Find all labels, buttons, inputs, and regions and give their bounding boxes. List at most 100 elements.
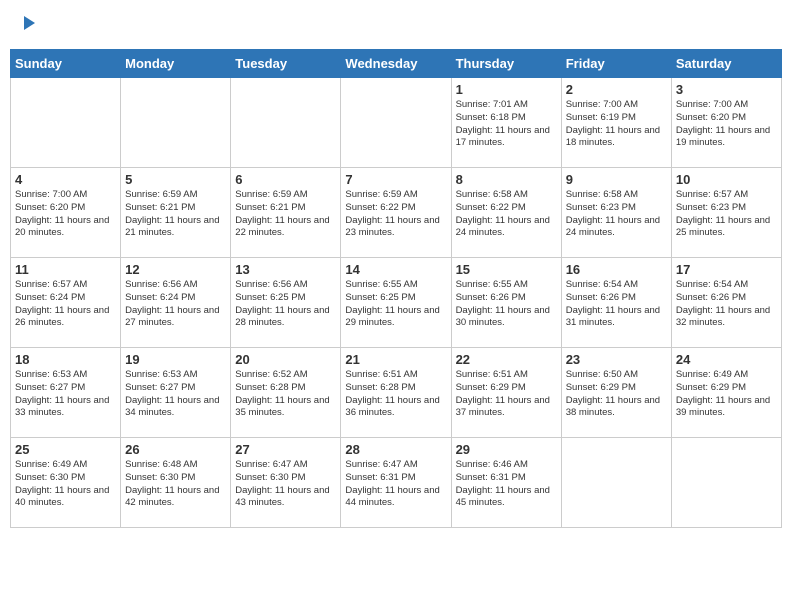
calendar-cell [671, 438, 781, 528]
weekday-header-row: SundayMondayTuesdayWednesdayThursdayFrid… [11, 50, 782, 78]
calendar-cell: 28 Sunrise: 6:47 AMSunset: 6:31 PMDayligh… [341, 438, 451, 528]
day-info: Sunrise: 6:48 AMSunset: 6:30 PMDaylight:… [125, 459, 226, 510]
calendar-week-3: 11 Sunrise: 6:57 AMSunset: 6:24 PMDayligh… [11, 258, 782, 348]
day-info: Sunrise: 7:00 AMSunset: 6:20 PMDaylight:… [676, 99, 777, 150]
weekday-header-friday: Friday [561, 50, 671, 78]
day-info: Sunrise: 6:57 AMSunset: 6:23 PMDaylight:… [676, 189, 777, 240]
day-info: Sunrise: 6:58 AMSunset: 6:22 PMDaylight:… [456, 189, 557, 240]
day-number: 4 [15, 172, 116, 187]
day-number: 16 [566, 262, 667, 277]
calendar-cell: 9 Sunrise: 6:58 AMSunset: 6:23 PMDaylight… [561, 168, 671, 258]
day-number: 10 [676, 172, 777, 187]
day-number: 28 [345, 442, 446, 457]
day-number: 17 [676, 262, 777, 277]
day-info: Sunrise: 6:53 AMSunset: 6:27 PMDaylight:… [15, 369, 116, 420]
day-number: 2 [566, 82, 667, 97]
day-info: Sunrise: 6:47 AMSunset: 6:31 PMDaylight:… [345, 459, 446, 510]
calendar-week-4: 18 Sunrise: 6:53 AMSunset: 6:27 PMDayligh… [11, 348, 782, 438]
day-number: 6 [235, 172, 336, 187]
day-info: Sunrise: 6:49 AMSunset: 6:29 PMDaylight:… [676, 369, 777, 420]
calendar-week-5: 25 Sunrise: 6:49 AMSunset: 6:30 PMDayligh… [11, 438, 782, 528]
day-info: Sunrise: 6:51 AMSunset: 6:29 PMDaylight:… [456, 369, 557, 420]
day-number: 29 [456, 442, 557, 457]
day-info: Sunrise: 6:50 AMSunset: 6:29 PMDaylight:… [566, 369, 667, 420]
calendar-cell [561, 438, 671, 528]
day-info: Sunrise: 6:52 AMSunset: 6:28 PMDaylight:… [235, 369, 336, 420]
calendar-cell: 5 Sunrise: 6:59 AMSunset: 6:21 PMDaylight… [121, 168, 231, 258]
calendar-cell: 7 Sunrise: 6:59 AMSunset: 6:22 PMDaylight… [341, 168, 451, 258]
calendar-cell [11, 78, 121, 168]
calendar-body: 1Sunrise: 7:01 AMSunset: 6:18 PMDaylight… [11, 78, 782, 528]
day-number: 25 [15, 442, 116, 457]
calendar-cell: 14 Sunrise: 6:55 AMSunset: 6:25 PMDayligh… [341, 258, 451, 348]
calendar-cell: 17 Sunrise: 6:54 AMSunset: 6:26 PMDayligh… [671, 258, 781, 348]
calendar-week-2: 4 Sunrise: 7:00 AMSunset: 6:20 PMDaylight… [11, 168, 782, 258]
calendar-cell: 13Sunrise: 6:56 AMSunset: 6:25 PMDayligh… [231, 258, 341, 348]
calendar-cell: 23 Sunrise: 6:50 AMSunset: 6:29 PMDayligh… [561, 348, 671, 438]
day-number: 7 [345, 172, 446, 187]
weekday-header-monday: Monday [121, 50, 231, 78]
day-info: Sunrise: 7:00 AMSunset: 6:20 PMDaylight:… [15, 189, 116, 240]
day-info: Sunrise: 6:59 AMSunset: 6:21 PMDaylight:… [125, 189, 226, 240]
day-info: Sunrise: 6:54 AMSunset: 6:26 PMDaylight:… [676, 279, 777, 330]
calendar-cell: 11 Sunrise: 6:57 AMSunset: 6:24 PMDayligh… [11, 258, 121, 348]
calendar-cell [231, 78, 341, 168]
calendar-cell: 12Sunrise: 6:56 AMSunset: 6:24 PMDayligh… [121, 258, 231, 348]
day-number: 3 [676, 82, 777, 97]
calendar-cell: 2 Sunrise: 7:00 AMSunset: 6:19 PMDaylight… [561, 78, 671, 168]
day-number: 27 [235, 442, 336, 457]
day-number: 14 [345, 262, 446, 277]
day-number: 18 [15, 352, 116, 367]
weekday-header-wednesday: Wednesday [341, 50, 451, 78]
day-number: 24 [676, 352, 777, 367]
day-info: Sunrise: 6:53 AMSunset: 6:27 PMDaylight:… [125, 369, 226, 420]
calendar-cell [121, 78, 231, 168]
logo [16, 14, 37, 37]
day-number: 20 [235, 352, 336, 367]
day-number: 13 [235, 262, 336, 277]
calendar-cell: 6 Sunrise: 6:59 AMSunset: 6:21 PMDaylight… [231, 168, 341, 258]
day-number: 5 [125, 172, 226, 187]
calendar-cell: 27Sunrise: 6:47 AMSunset: 6:30 PMDayligh… [231, 438, 341, 528]
day-info: Sunrise: 6:59 AMSunset: 6:21 PMDaylight:… [235, 189, 336, 240]
weekday-header-tuesday: Tuesday [231, 50, 341, 78]
weekday-header-sunday: Sunday [11, 50, 121, 78]
day-info: Sunrise: 6:54 AMSunset: 6:26 PMDaylight:… [566, 279, 667, 330]
day-number: 8 [456, 172, 557, 187]
day-info: Sunrise: 6:58 AMSunset: 6:23 PMDaylight:… [566, 189, 667, 240]
day-info: Sunrise: 6:59 AMSunset: 6:22 PMDaylight:… [345, 189, 446, 240]
weekday-header-thursday: Thursday [451, 50, 561, 78]
day-number: 26 [125, 442, 226, 457]
day-info: Sunrise: 6:55 AMSunset: 6:26 PMDaylight:… [456, 279, 557, 330]
calendar-table: SundayMondayTuesdayWednesdayThursdayFrid… [10, 49, 782, 528]
day-number: 9 [566, 172, 667, 187]
day-info: Sunrise: 7:00 AMSunset: 6:19 PMDaylight:… [566, 99, 667, 150]
calendar-cell: 3 Sunrise: 7:00 AMSunset: 6:20 PMDaylight… [671, 78, 781, 168]
day-number: 19 [125, 352, 226, 367]
calendar-cell: 29Sunrise: 6:46 AMSunset: 6:31 PMDayligh… [451, 438, 561, 528]
day-info: Sunrise: 6:57 AMSunset: 6:24 PMDaylight:… [15, 279, 116, 330]
calendar-cell: 16 Sunrise: 6:54 AMSunset: 6:26 PMDayligh… [561, 258, 671, 348]
calendar-week-1: 1Sunrise: 7:01 AMSunset: 6:18 PMDaylight… [11, 78, 782, 168]
calendar-cell: 25 Sunrise: 6:49 AMSunset: 6:30 PMDayligh… [11, 438, 121, 528]
calendar-cell: 24 Sunrise: 6:49 AMSunset: 6:29 PMDayligh… [671, 348, 781, 438]
calendar-cell: 10 Sunrise: 6:57 AMSunset: 6:23 PMDayligh… [671, 168, 781, 258]
calendar-cell: 18 Sunrise: 6:53 AMSunset: 6:27 PMDayligh… [11, 348, 121, 438]
calendar-cell: 19 Sunrise: 6:53 AMSunset: 6:27 PMDayligh… [121, 348, 231, 438]
day-number: 15 [456, 262, 557, 277]
day-number: 21 [345, 352, 446, 367]
calendar-cell: 4 Sunrise: 7:00 AMSunset: 6:20 PMDaylight… [11, 168, 121, 258]
page-header [10, 10, 782, 41]
day-number: 1 [456, 82, 557, 97]
day-number: 12 [125, 262, 226, 277]
logo-triangle-icon [19, 14, 37, 37]
day-number: 23 [566, 352, 667, 367]
day-info: Sunrise: 6:55 AMSunset: 6:25 PMDaylight:… [345, 279, 446, 330]
day-info: Sunrise: 6:51 AMSunset: 6:28 PMDaylight:… [345, 369, 446, 420]
calendar-cell: 1Sunrise: 7:01 AMSunset: 6:18 PMDaylight… [451, 78, 561, 168]
day-number: 11 [15, 262, 116, 277]
day-number: 22 [456, 352, 557, 367]
day-info: Sunrise: 6:49 AMSunset: 6:30 PMDaylight:… [15, 459, 116, 510]
calendar-cell: 20 Sunrise: 6:52 AMSunset: 6:28 PMDayligh… [231, 348, 341, 438]
calendar-cell: 22 Sunrise: 6:51 AMSunset: 6:29 PMDayligh… [451, 348, 561, 438]
